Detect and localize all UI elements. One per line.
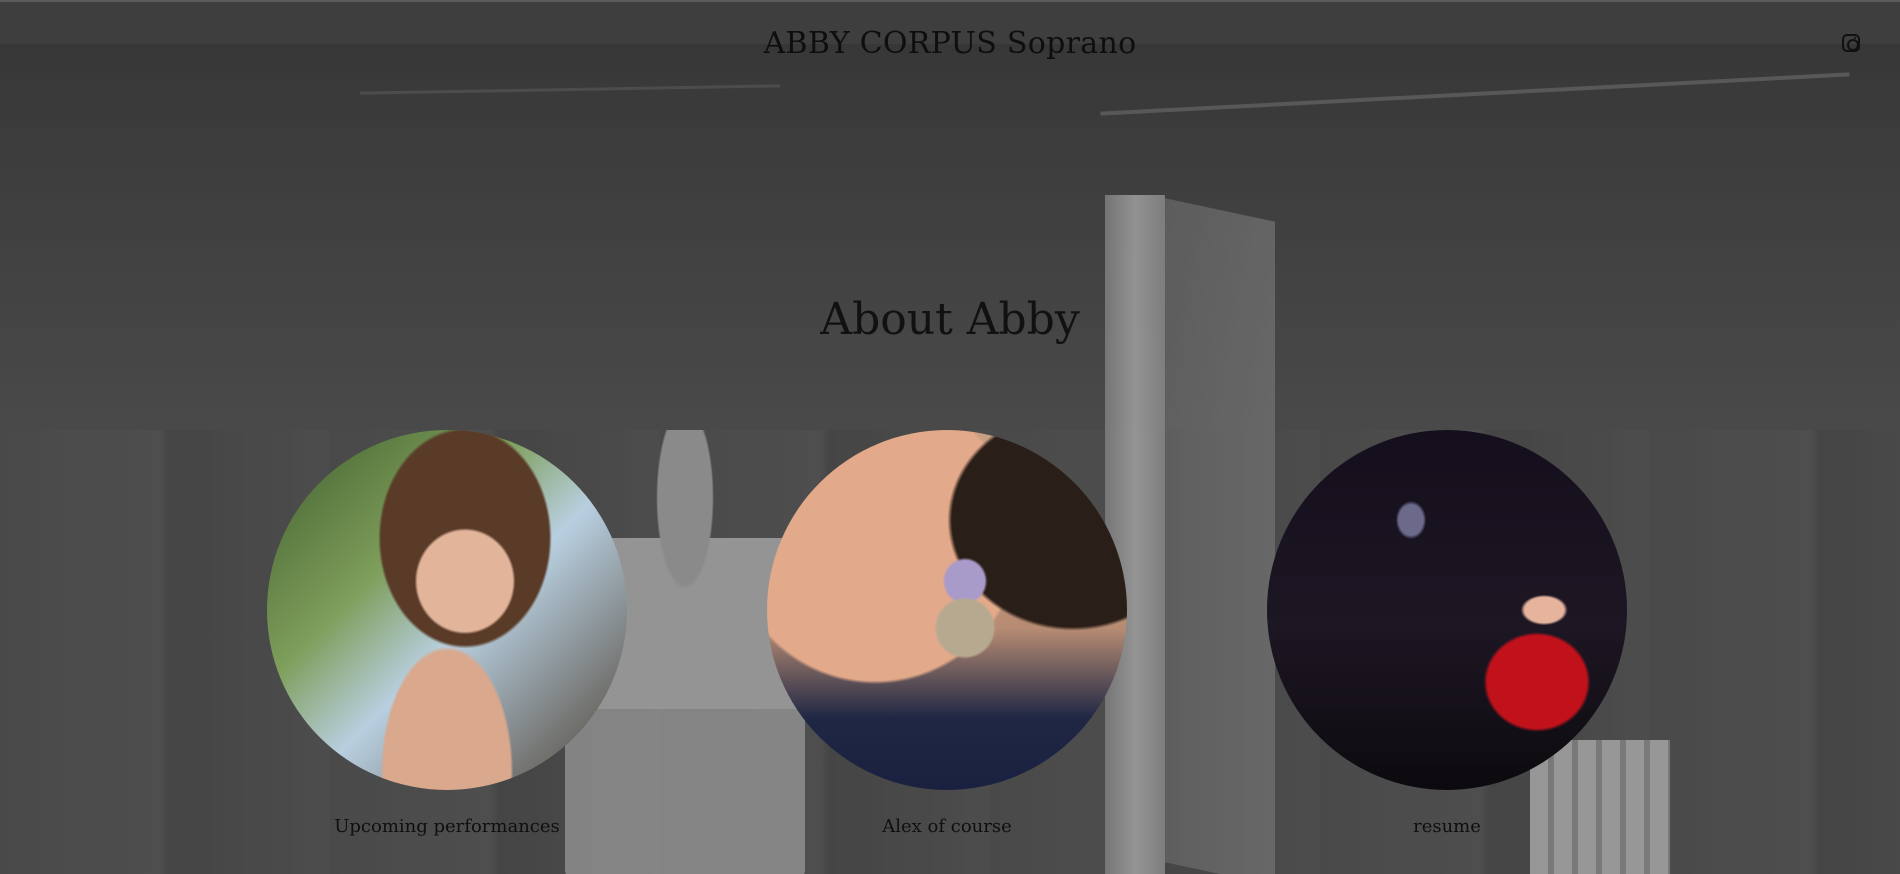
site-title: ABBY CORPUS Soprano [0,26,1900,61]
portrait-photo[interactable] [267,430,627,790]
card-alex[interactable]: Alex of course [767,430,1127,837]
performance-photo[interactable] [1267,430,1627,790]
card-upcoming-performances[interactable]: Upcoming performances [267,430,627,837]
card-resume[interactable]: resume [1267,430,1627,837]
site-title-link[interactable]: ABBY CORPUS Soprano [764,26,1137,61]
card-caption[interactable]: Upcoming performances [267,816,627,837]
page-title: About Abby [820,294,1080,345]
lizard-photo[interactable] [767,430,1127,790]
card-caption[interactable]: Alex of course [767,816,1127,837]
instagram-icon[interactable] [1842,34,1860,52]
card-caption[interactable]: resume [1267,816,1627,837]
